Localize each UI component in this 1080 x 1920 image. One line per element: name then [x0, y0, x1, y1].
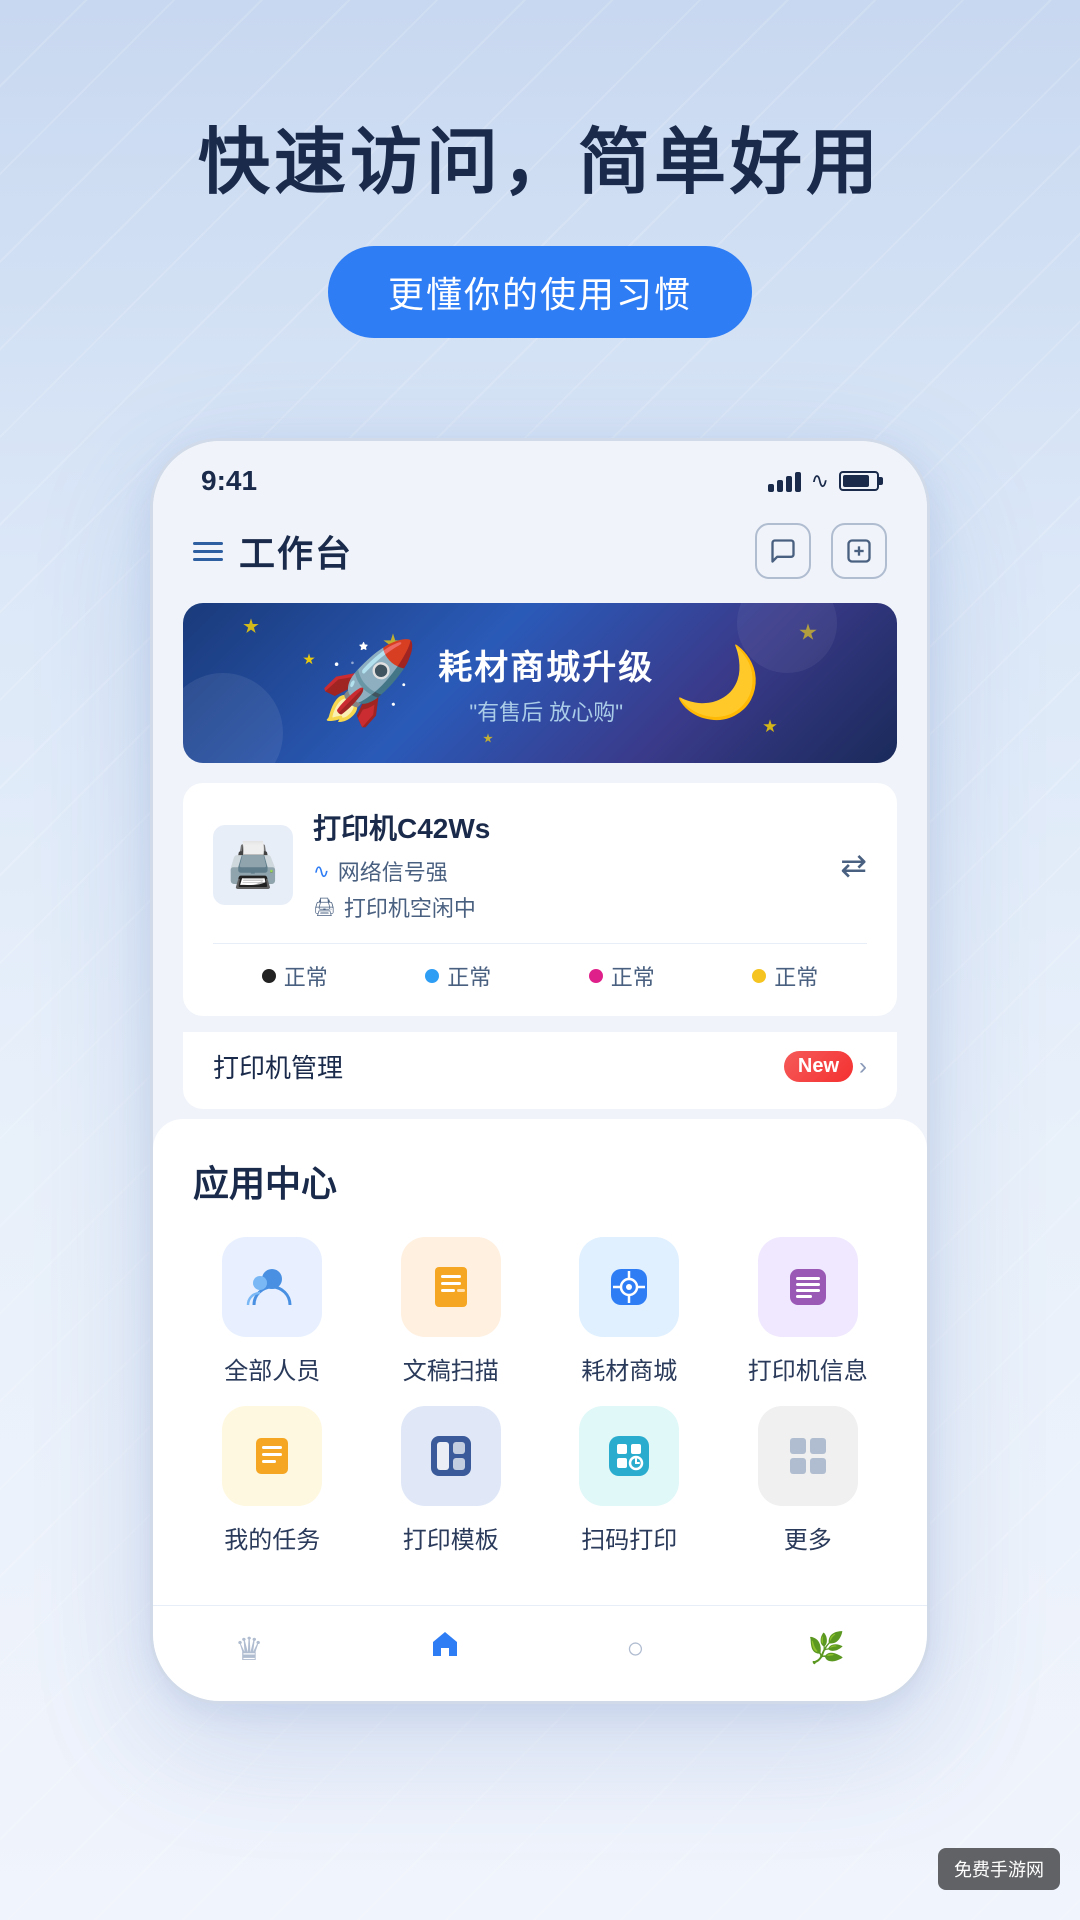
bottom-nav-home[interactable] — [427, 1626, 463, 1671]
search-icon: ○ — [626, 1632, 644, 1666]
banner-content: 🚀 耗材商城升级 "有售后 放心购" 🌙 — [183, 636, 897, 730]
app-grid: 全部人员 文稿扫描 — [193, 1237, 887, 1555]
app-item-print-template[interactable]: 打印模板 — [372, 1406, 531, 1555]
header-section: 快速访问，简单好用 更懂你的使用习惯 — [0, 0, 1080, 398]
app-label-printer-info: 打印机信息 — [748, 1351, 868, 1386]
logo-icon: 🌿 — [808, 1631, 845, 1666]
printer-icon: 🖨️ — [213, 825, 293, 905]
app-label-my-tasks: 我的任务 — [224, 1520, 320, 1555]
phone-mockup: 9:41 ∿ 工作台 — [150, 438, 930, 1704]
app-label-more: 更多 — [784, 1520, 832, 1555]
add-icon — [845, 537, 873, 565]
app-center-title: 应用中心 — [193, 1155, 887, 1207]
app-nav: 工作台 — [153, 507, 927, 595]
ink-dot-black — [262, 969, 276, 983]
status-bar: 9:41 ∿ — [153, 441, 927, 507]
doc-scan-icon — [401, 1237, 501, 1337]
signal-icon — [768, 470, 801, 492]
printer-header: 🖨️ 打印机C42Ws ∿ 网络信号强 🖨 打印机空闲中 ⇄ — [213, 807, 867, 923]
app-item-consumables[interactable]: 耗材商城 — [550, 1237, 709, 1386]
ink-dot-magenta — [589, 969, 603, 983]
printer-name: 打印机C42Ws — [313, 807, 490, 847]
app-label-scan-print: 扫码打印 — [581, 1520, 677, 1555]
banner-sub-text: "有售后 放心购" — [438, 695, 654, 727]
chat-icon — [769, 537, 797, 565]
ink-item-black: 正常 — [262, 960, 328, 992]
home-icon — [427, 1626, 463, 1671]
new-badge: New — [784, 1051, 853, 1082]
app-item-all-staff[interactable]: 全部人员 — [193, 1237, 352, 1386]
wifi-icon: ∿ — [811, 468, 829, 494]
ink-label-yellow: 正常 — [774, 960, 818, 992]
printer-card: 🖨️ 打印机C42Ws ∿ 网络信号强 🖨 打印机空闲中 ⇄ — [183, 783, 897, 1016]
watermark: 免费手游网 — [938, 1848, 1060, 1890]
printer-info: 打印机C42Ws ∿ 网络信号强 🖨 打印机空闲中 — [313, 807, 490, 923]
ink-item-cyan: 正常 — [425, 960, 491, 992]
printer-status-icon: 🖨 — [313, 897, 336, 918]
ink-item-yellow: 正常 — [752, 960, 818, 992]
bottom-nav-crown[interactable]: ♛ — [235, 1630, 264, 1668]
printer-signal-text: 网络信号强 — [338, 855, 448, 887]
ink-item-magenta: 正常 — [589, 960, 655, 992]
crown-icon: ♛ — [235, 1630, 264, 1668]
more-icon — [758, 1406, 858, 1506]
status-icons: ∿ — [768, 468, 879, 494]
chat-button[interactable] — [755, 523, 811, 579]
chevron-right-icon: › — [859, 1053, 867, 1081]
app-item-printer-info[interactable]: 打印机信息 — [729, 1237, 888, 1386]
consumables-icon — [579, 1237, 679, 1337]
printer-idle-row: 🖨 打印机空闲中 — [313, 891, 490, 923]
bottom-nav: ♛ ○ 🌿 — [153, 1605, 927, 1701]
new-badge-row: New › — [784, 1051, 867, 1082]
printer-mgmt-label: 打印机管理 — [213, 1048, 343, 1085]
app-item-my-tasks[interactable]: 我的任务 — [193, 1406, 352, 1555]
page-title: 快速访问，简单好用 — [80, 120, 1000, 206]
hamburger-icon[interactable] — [193, 542, 223, 561]
battery-icon — [839, 471, 879, 491]
banner-rocket-icon: 🚀 — [319, 636, 419, 730]
printer-left: 🖨️ 打印机C42Ws ∿ 网络信号强 🖨 打印机空闲中 — [213, 807, 490, 923]
app-item-more[interactable]: 更多 — [729, 1406, 888, 1555]
nav-right — [755, 523, 887, 579]
ink-levels: 正常 正常 正常 正常 — [213, 943, 867, 992]
printer-info-icon — [758, 1237, 858, 1337]
all-staff-icon — [222, 1237, 322, 1337]
ink-label-magenta: 正常 — [611, 960, 655, 992]
app-center-card: 应用中心 全部人员 — [153, 1119, 927, 1605]
subtitle-button[interactable]: 更懂你的使用习惯 — [328, 246, 752, 338]
printer-signal-row: ∿ 网络信号强 — [313, 855, 490, 887]
printer-mgmt-row[interactable]: 打印机管理 New › — [183, 1032, 897, 1109]
add-button[interactable] — [831, 523, 887, 579]
ink-label-cyan: 正常 — [447, 960, 491, 992]
status-time: 9:41 — [201, 465, 257, 497]
app-label-print-template: 打印模板 — [403, 1520, 499, 1555]
app-label-consumables: 耗材商城 — [581, 1351, 677, 1386]
banner-text: 耗材商城升级 "有售后 放心购" — [438, 640, 654, 727]
bottom-nav-search[interactable]: ○ — [626, 1632, 644, 1666]
banner-main-text: 耗材商城升级 — [438, 640, 654, 689]
app-label-doc-scan: 文稿扫描 — [403, 1351, 499, 1386]
bottom-nav-logo[interactable]: 🌿 — [808, 1631, 845, 1666]
scan-print-icon — [579, 1406, 679, 1506]
app-item-doc-scan[interactable]: 文稿扫描 — [372, 1237, 531, 1386]
banner-moon-icon: 🌙 — [674, 642, 761, 724]
my-tasks-icon — [222, 1406, 322, 1506]
app-item-scan-print[interactable]: 扫码打印 — [550, 1406, 709, 1555]
ink-dot-cyan — [425, 969, 439, 983]
nav-left: 工作台 — [193, 525, 353, 577]
printer-idle-text: 打印机空闲中 — [344, 891, 476, 923]
print-template-icon — [401, 1406, 501, 1506]
phone-frame: 9:41 ∿ 工作台 — [150, 438, 930, 1704]
promo-banner[interactable]: 🚀 耗材商城升级 "有售后 放心购" 🌙 — [183, 603, 897, 763]
printer-wifi-icon: ∿ — [313, 859, 330, 884]
ink-dot-yellow — [752, 969, 766, 983]
switch-icon[interactable]: ⇄ — [840, 846, 867, 884]
ink-label-black: 正常 — [284, 960, 328, 992]
app-label-all-staff: 全部人员 — [224, 1351, 320, 1386]
nav-title: 工作台 — [239, 525, 353, 577]
